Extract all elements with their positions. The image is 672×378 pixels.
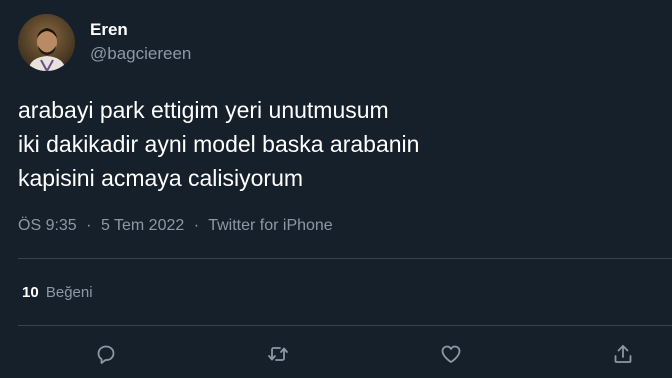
tweet-header: Eren @bagciereen (18, 14, 191, 71)
tweet-meta: ÖS 9:35 · 5 Tem 2022 · Twitter for iPhon… (18, 216, 333, 236)
display-name[interactable]: Eren (90, 20, 191, 40)
share-button[interactable] (609, 340, 637, 368)
like-button[interactable] (437, 340, 465, 368)
tweet-text: arabayi park ettigim yeri unutmusum iki … (18, 93, 658, 195)
tweet-date[interactable]: 5 Tem 2022 (101, 217, 184, 234)
meta-separator: · (193, 217, 200, 234)
share-icon (614, 345, 632, 363)
reply-icon (97, 345, 115, 364)
tweet-source[interactable]: Twitter for iPhone (208, 217, 333, 234)
meta-separator: · (86, 217, 92, 234)
tweet-text-line: arabayi park ettigim yeri unutmusum (18, 97, 389, 123)
retweet-button[interactable] (264, 340, 292, 368)
author-names: Eren @bagciereen (90, 20, 191, 64)
divider (18, 325, 672, 326)
tweet-text-line: iki dakikadir ayni model baska arabanin (18, 131, 420, 157)
user-handle[interactable]: @bagciereen (90, 44, 191, 64)
likes-count: 10 (22, 284, 39, 301)
divider (18, 258, 672, 259)
likes-label: Beğeni (45, 284, 93, 301)
avatar[interactable] (18, 14, 75, 71)
tweet-card: Eren @bagciereen arabayi park ettigim ye… (0, 0, 672, 378)
like-icon (441, 345, 461, 363)
likes-stat[interactable]: 10 Beğeni (22, 283, 93, 303)
retweet-icon (268, 347, 288, 361)
reply-button[interactable] (92, 340, 120, 368)
tweet-time[interactable]: ÖS 9:35 (18, 217, 77, 234)
tweet-text-line: kapisini acmaya calisiyorum (18, 165, 304, 191)
